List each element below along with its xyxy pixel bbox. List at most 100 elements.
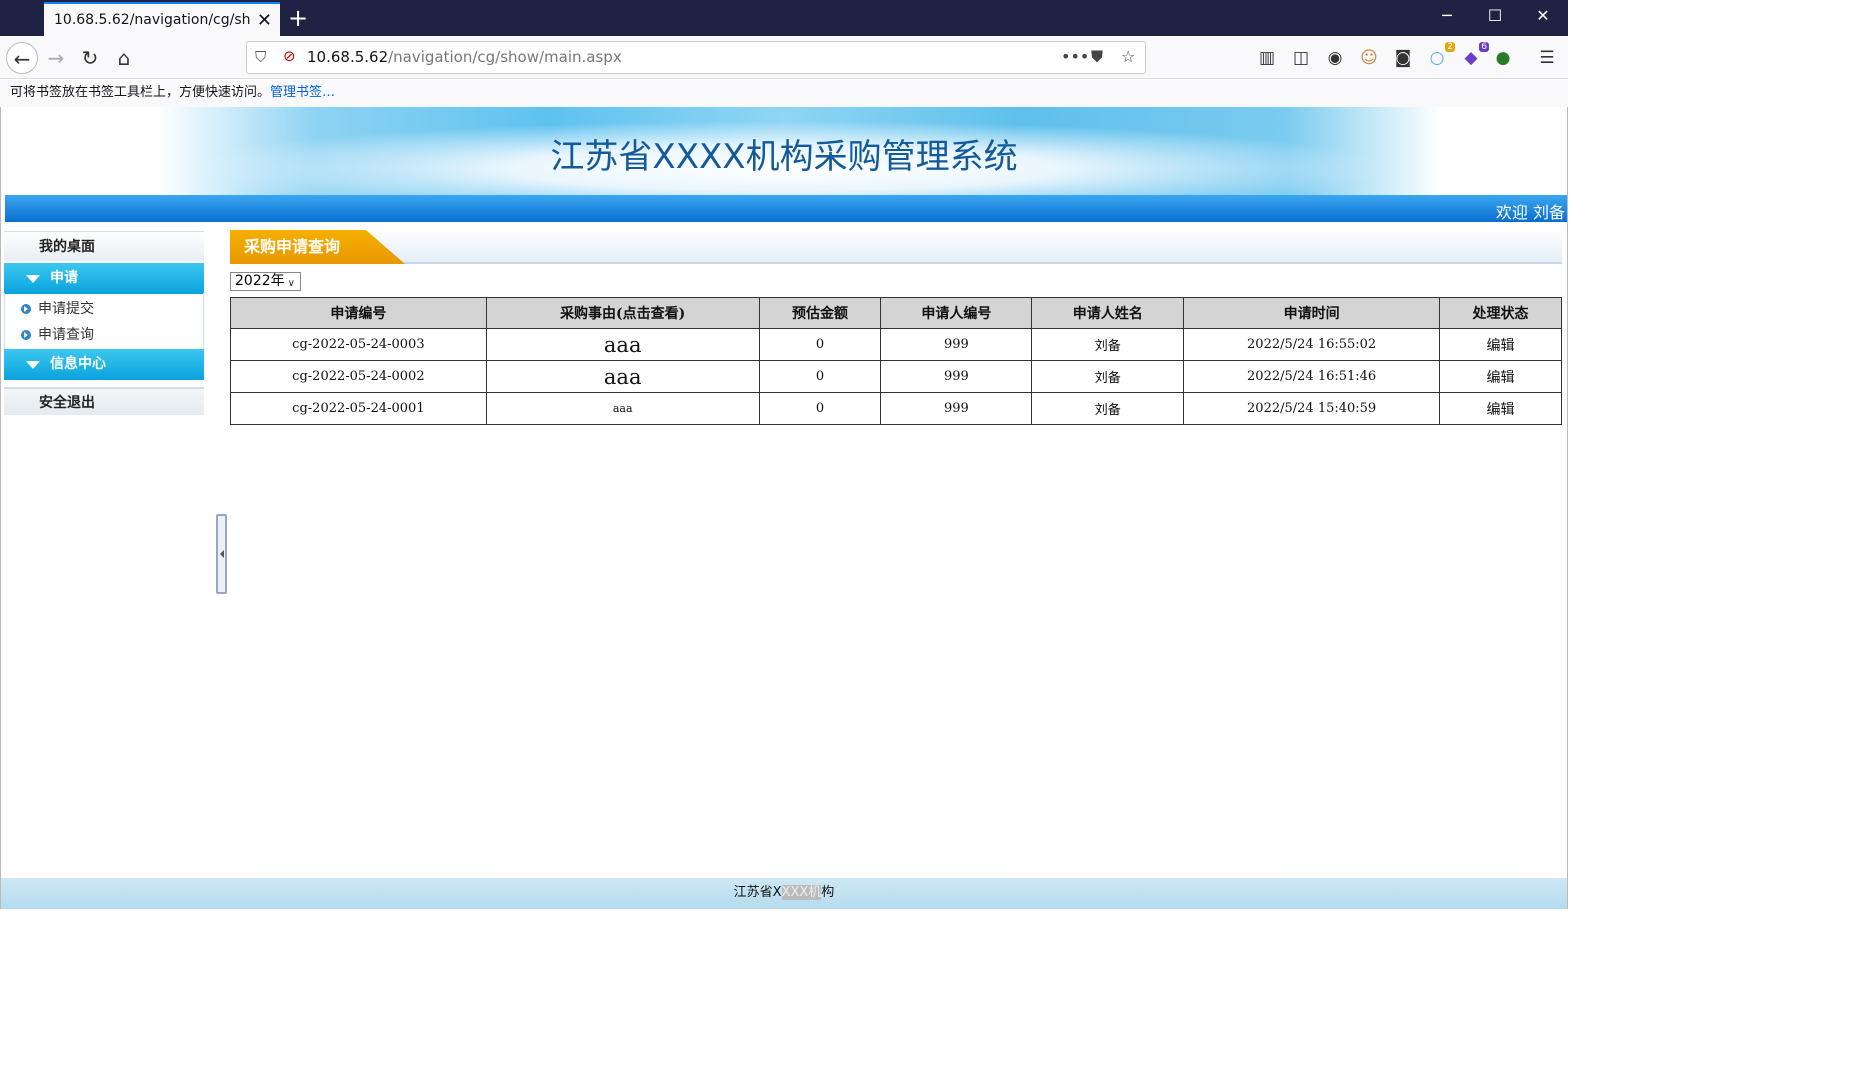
applicant-no: 999 bbox=[880, 328, 1033, 361]
page-footer: 江苏省XXXX机构 bbox=[1, 878, 1567, 909]
collapse-left-icon bbox=[220, 550, 224, 558]
column-header: 采购事由(点击查看) bbox=[485, 297, 760, 329]
table-row: cg-2022-05-24-0001 aaa 0 999 刘备 2022/5/2… bbox=[230, 392, 1562, 425]
url-path: /navigation/cg/show/main.aspx bbox=[388, 48, 622, 66]
web-page: 江苏省XXXX机构采购管理系统 欢迎 刘备 我的桌面 申请 申请提交 申请查询 … bbox=[0, 107, 1568, 909]
footer-redacted-text: XXX机 bbox=[781, 885, 822, 900]
url-bar[interactable]: ⛉ ⊘ 10.68.5.62/navigation/cg/show/main.a… bbox=[246, 41, 1146, 74]
browser-navbar: ← → ↻ ⌂ ⛉ ⊘ 10.68.5.62/navigation/cg/sho… bbox=[0, 36, 1568, 79]
extension-mask-icon[interactable]: ◙ bbox=[1391, 48, 1415, 68]
amount: 0 bbox=[758, 360, 882, 393]
reason-link[interactable]: aaa bbox=[485, 392, 760, 425]
column-header: 预估金额 bbox=[758, 297, 882, 329]
applicant-no: 999 bbox=[880, 360, 1033, 393]
account-icon[interactable]: ◉ bbox=[1323, 48, 1347, 68]
footer-text: 江苏省X bbox=[733, 885, 782, 900]
column-header: 申请编号 bbox=[230, 297, 487, 329]
sidebar-collapse-handle[interactable] bbox=[216, 514, 227, 594]
reason-link[interactable]: aaa bbox=[485, 360, 760, 393]
sidebar-submenu: 申请提交 申请查询 bbox=[4, 293, 204, 349]
tab-title: 10.68.5.62/navigation/cg/show/main.aspx bbox=[54, 12, 250, 28]
edit-link[interactable]: 编辑 bbox=[1439, 360, 1562, 393]
arrow-right-icon: → bbox=[47, 46, 65, 70]
back-button[interactable]: ← bbox=[6, 42, 38, 74]
extension-ring-icon[interactable]: ○ 2 bbox=[1425, 42, 1455, 68]
sidebar-item-logout[interactable]: 安全退出 bbox=[4, 387, 204, 415]
extension-monkey-icon[interactable]: ☺ bbox=[1357, 48, 1381, 68]
column-header: 申请时间 bbox=[1183, 297, 1441, 329]
request-id: cg-2022-05-24-0002 bbox=[230, 360, 487, 393]
triangle-down-icon bbox=[26, 275, 40, 283]
request-table: 申请编号 采购事由(点击查看) 预估金额 申请人编号 申请人姓名 申请时间 处理… bbox=[230, 297, 1562, 425]
sidebar-item-submit[interactable]: 申请提交 bbox=[5, 296, 205, 322]
minimize-icon[interactable]: ─ bbox=[1432, 6, 1462, 25]
new-tab-button[interactable]: + bbox=[286, 4, 310, 32]
column-header: 处理状态 bbox=[1439, 297, 1562, 329]
sidebar-item-home[interactable]: 我的桌面 bbox=[4, 231, 204, 261]
bookmark-star-icon[interactable]: ☆ bbox=[1121, 47, 1135, 66]
chevron-down-icon: ∨ bbox=[287, 278, 295, 289]
sidebar-icon[interactable]: ◫ bbox=[1289, 48, 1313, 68]
edit-link[interactable]: 编辑 bbox=[1439, 392, 1562, 425]
sidebar-item-label: 申请提交 bbox=[38, 301, 94, 317]
header-banner: 江苏省XXXX机构采购管理系统 bbox=[1, 107, 1567, 195]
sidebar-group-apply[interactable]: 申请 bbox=[4, 263, 204, 294]
insecure-lock-icon[interactable]: ⊘ bbox=[283, 47, 296, 65]
applicant-name: 刘备 bbox=[1031, 360, 1185, 393]
url-host: 10.68.5.62 bbox=[307, 48, 389, 66]
arrow-left-icon: ← bbox=[13, 47, 31, 71]
shield-icon[interactable]: ⛉ bbox=[255, 48, 266, 66]
sidebar-item-label: 申请查询 bbox=[38, 327, 94, 343]
applicant-name: 刘备 bbox=[1031, 392, 1185, 425]
home-icon: ⌂ bbox=[117, 46, 131, 70]
footer-text: 构 bbox=[821, 885, 835, 900]
close-tab-icon[interactable]: ✕ bbox=[257, 10, 272, 31]
manage-bookmarks-link[interactable]: 管理书签… bbox=[270, 85, 335, 100]
request-id: cg-2022-05-24-0001 bbox=[230, 392, 487, 425]
extension-badge: 6 bbox=[1479, 42, 1489, 52]
sidebar-item-query[interactable]: 申请查询 bbox=[5, 322, 205, 348]
amount: 0 bbox=[758, 328, 882, 361]
system-title: 江苏省XXXX机构采购管理系统 bbox=[550, 137, 1018, 177]
url-text[interactable]: 10.68.5.62/navigation/cg/show/main.aspx bbox=[307, 48, 622, 66]
request-time: 2022/5/24 16:55:02 bbox=[1183, 328, 1441, 361]
extension-badge: 2 bbox=[1445, 42, 1455, 52]
table-row: cg-2022-05-24-0003 aaa 0 999 刘备 2022/5/2… bbox=[230, 328, 1562, 361]
triangle-down-icon bbox=[26, 361, 40, 369]
menu-icon[interactable]: ☰ bbox=[1535, 48, 1559, 68]
edit-link[interactable]: 编辑 bbox=[1439, 328, 1562, 361]
more-actions-icon[interactable]: ••• bbox=[1061, 47, 1089, 66]
request-id: cg-2022-05-24-0003 bbox=[230, 328, 487, 361]
bookmarks-toolbar: 可将书签放在书签工具栏上，方便快速访问。管理书签… bbox=[0, 80, 1568, 107]
arrow-circle-icon bbox=[21, 304, 31, 314]
column-header: 申请人编号 bbox=[880, 297, 1033, 329]
section-title: 采购申请查询 bbox=[230, 230, 405, 264]
year-select-value: 2022年 bbox=[235, 273, 285, 289]
arrow-circle-icon bbox=[21, 330, 31, 340]
sidebar-group-info[interactable]: 信息中心 bbox=[4, 349, 204, 380]
browser-titlebar: 10.68.5.62/navigation/cg/show/main.aspx … bbox=[0, 0, 1568, 36]
browser-tab[interactable]: 10.68.5.62/navigation/cg/show/main.aspx … bbox=[44, 2, 280, 36]
forward-button[interactable]: → bbox=[40, 42, 72, 74]
reload-icon: ↻ bbox=[81, 46, 99, 70]
reason-link[interactable]: aaa bbox=[485, 328, 760, 361]
amount: 0 bbox=[758, 392, 882, 425]
pocket-icon[interactable]: ⛊ bbox=[1091, 47, 1103, 67]
close-window-icon[interactable]: ✕ bbox=[1528, 6, 1558, 25]
table-row: cg-2022-05-24-0002 aaa 0 999 刘备 2022/5/2… bbox=[230, 360, 1562, 393]
year-select[interactable]: 2022年 ∨ bbox=[230, 272, 301, 291]
library-icon[interactable]: ▥ bbox=[1255, 48, 1279, 68]
extension-globe-icon[interactable]: ● bbox=[1491, 48, 1515, 68]
sidebar-group-label: 信息中心 bbox=[50, 356, 106, 372]
reload-button[interactable]: ↻ bbox=[74, 42, 106, 74]
table-header-row: 申请编号 采购事由(点击查看) 预估金额 申请人编号 申请人姓名 申请时间 处理… bbox=[230, 297, 1562, 329]
extension-puzzle-icon[interactable]: ◆ 6 bbox=[1459, 42, 1489, 68]
applicant-no: 999 bbox=[880, 392, 1033, 425]
welcome-text: 欢迎 刘备 bbox=[1495, 203, 1565, 222]
home-button[interactable]: ⌂ bbox=[108, 42, 140, 74]
sidebar-group-label: 申请 bbox=[50, 270, 78, 286]
maximize-icon[interactable]: ☐ bbox=[1480, 6, 1510, 25]
content-header: 采购申请查询 bbox=[230, 230, 1562, 264]
request-time: 2022/5/24 16:51:46 bbox=[1183, 360, 1441, 393]
applicant-name: 刘备 bbox=[1031, 328, 1185, 361]
